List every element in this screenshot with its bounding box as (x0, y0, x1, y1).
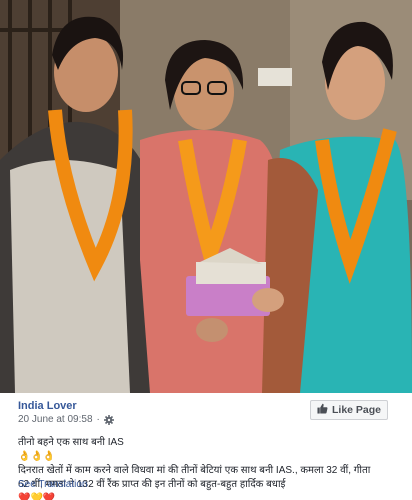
caption-line-1-text: तीनो बहने एक साथ बनी IAS (18, 437, 124, 448)
like-page-button[interactable]: Like Page (310, 400, 388, 420)
author-name-link[interactable]: India Lover (18, 400, 77, 412)
photo-illustration (0, 0, 412, 393)
meta-separator: · (96, 414, 100, 425)
see-translation-link[interactable]: See Translation (18, 479, 88, 490)
gear-icon[interactable] (103, 414, 114, 425)
like-page-label: Like Page (331, 404, 382, 416)
caption-line-1: तीनो बहने एक साथ बनी IAS 👌👌👌 (18, 436, 408, 464)
post-photo[interactable] (0, 0, 412, 393)
thumbs-up-icon (317, 403, 328, 417)
caption-line-2: दिनरात खेतों में काम करने वाले विधवा मां… (18, 465, 371, 476)
post-footer: India Lover 20 June at 09:58 · Like Page… (0, 393, 412, 500)
post-caption: तीनो बहने एक साथ बनी IAS 👌👌👌 दिनरात खेतों… (18, 436, 408, 500)
timestamp-link[interactable]: 20 June at 09:58 (18, 414, 93, 425)
heart-emoji: ❤️💛❤️ (18, 493, 56, 500)
ok-hand-emoji: 👌👌👌 (18, 451, 56, 462)
post-meta: 20 June at 09:58 · (18, 414, 114, 425)
